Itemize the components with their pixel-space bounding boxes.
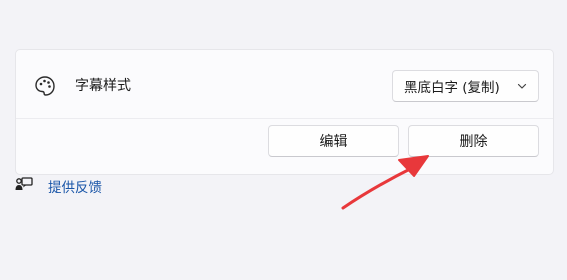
card-divider [16,118,553,119]
feedback-link-row[interactable]: 提供反馈 [14,176,102,196]
edit-button[interactable]: 编辑 [268,125,399,157]
caption-style-card: 字幕样式 黑底白字 (复制) 编辑 删除 [15,49,554,175]
caption-style-dropdown[interactable]: 黑底白字 (复制) [392,70,539,102]
settings-page: 字幕样式 黑底白字 (复制) 编辑 删除 提供反馈 [0,0,567,280]
delete-button[interactable]: 删除 [408,125,539,157]
caption-style-label: 字幕样式 [75,78,131,94]
feedback-icon [15,177,33,190]
feedback-link[interactable]: 提供反馈 [48,176,102,196]
palette-icon [35,76,55,96]
caption-style-selected-value: 黑底白字 (复制) [404,80,500,96]
chevron-down-icon [517,83,527,89]
